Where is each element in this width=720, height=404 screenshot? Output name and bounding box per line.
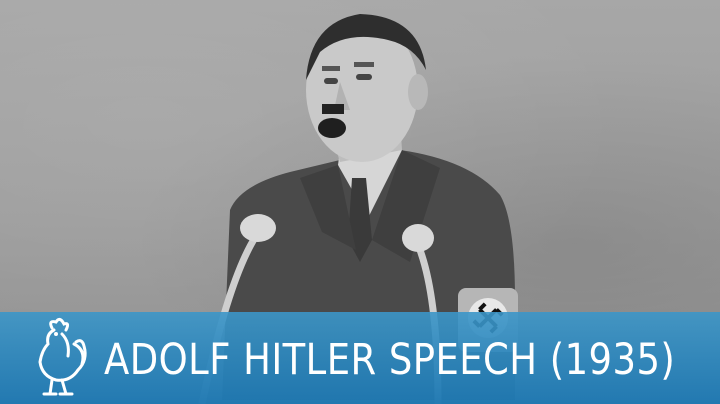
ear: [408, 74, 428, 110]
brow-right: [354, 62, 374, 67]
brow-left: [322, 66, 340, 71]
title-banner: ADOLF HITLER SPEECH (1935): [0, 312, 720, 404]
mustache: [322, 104, 344, 114]
video-frame: ADOLF HITLER SPEECH (1935): [0, 0, 720, 404]
mouth: [318, 118, 346, 138]
rooster-icon: [38, 317, 87, 396]
eye-left: [324, 78, 338, 84]
microphone-left: [240, 214, 276, 242]
eye-right: [356, 74, 372, 80]
video-title: ADOLF HITLER SPEECH (1935): [104, 335, 676, 385]
microphone-right: [402, 224, 434, 252]
